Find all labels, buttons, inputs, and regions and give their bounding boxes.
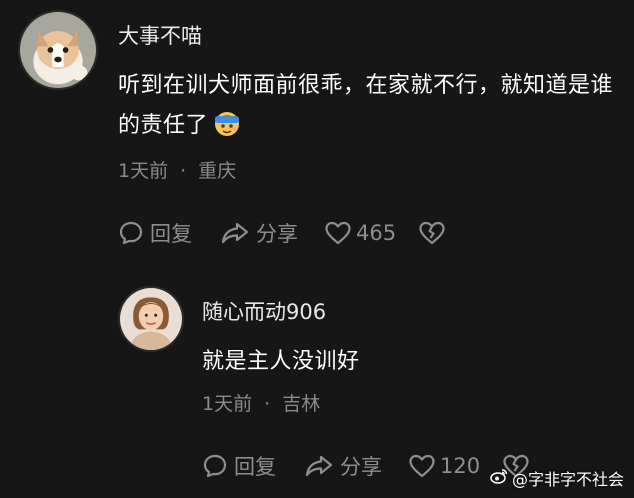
reply-time: 1天前: [202, 393, 253, 415]
watermark: @字非字不社会: [490, 466, 624, 490]
comment-time: 1天前: [118, 160, 169, 182]
avatar[interactable]: [118, 286, 184, 352]
heart-icon: [324, 220, 352, 246]
share-label: 分享: [256, 222, 298, 246]
dislike-button[interactable]: [418, 220, 446, 246]
reply-button[interactable]: 回复: [202, 451, 276, 481]
reply-location: 吉林: [282, 393, 321, 415]
like-count: 120: [440, 454, 481, 478]
heart-icon: [408, 453, 436, 479]
comment-location: 重庆: [198, 160, 237, 182]
speech-bubble-icon: [118, 220, 144, 246]
comment-username[interactable]: 大事不喵: [118, 24, 202, 48]
meta-separator: ·: [264, 393, 271, 415]
comment-actions: 回复 分享 465: [118, 218, 446, 248]
share-arrow-icon: [304, 453, 334, 479]
reply-label: 回复: [150, 222, 192, 246]
like-button[interactable]: 465: [324, 220, 396, 246]
share-button[interactable]: 分享: [304, 451, 382, 481]
share-label: 分享: [340, 455, 382, 479]
person-avatar-icon: [120, 288, 182, 350]
share-arrow-icon: [220, 220, 250, 246]
comment-item: 大事不喵 听到在训犬师面前很乖，在家就不行，就知道是谁的责任了 1天前 · 重庆: [0, 0, 634, 270]
like-button[interactable]: 120: [408, 453, 480, 479]
face-with-bandage-emoji-icon: [212, 108, 242, 138]
speech-bubble-icon: [202, 453, 228, 479]
like-count: 465: [356, 221, 397, 245]
reply-meta: 1天前 · 吉林: [202, 393, 320, 415]
avatar[interactable]: [18, 10, 98, 90]
reply-text: 就是主人没训好: [202, 349, 360, 374]
comment-thread: 大事不喵 听到在训犬师面前很乖，在家就不行，就知道是谁的责任了 1天前 · 重庆: [0, 0, 634, 498]
reply-label: 回复: [234, 455, 276, 479]
share-button[interactable]: 分享: [220, 218, 298, 248]
comment-meta: 1天前 · 重庆: [118, 160, 236, 182]
weibo-logo-icon: [490, 468, 512, 488]
comment-text: 听到在训犬师面前很乖，在家就不行，就知道是谁的责任了: [118, 66, 618, 146]
watermark-text: @字非字不社会: [511, 470, 624, 489]
comment-text-body: 听到在训犬师面前很乖，在家就不行，就知道是谁的责任了: [118, 73, 614, 138]
reply-username[interactable]: 随心而动906: [202, 300, 326, 324]
dog-avatar-icon: [20, 12, 96, 88]
reply-comment-item: 随心而动906 就是主人没训好 1天前 · 吉林 回复 分享 120: [0, 270, 634, 498]
reply-button[interactable]: 回复: [118, 218, 192, 248]
reply-actions: 回复 分享 120: [202, 451, 530, 481]
meta-separator: ·: [180, 160, 187, 182]
broken-heart-icon: [418, 220, 446, 246]
